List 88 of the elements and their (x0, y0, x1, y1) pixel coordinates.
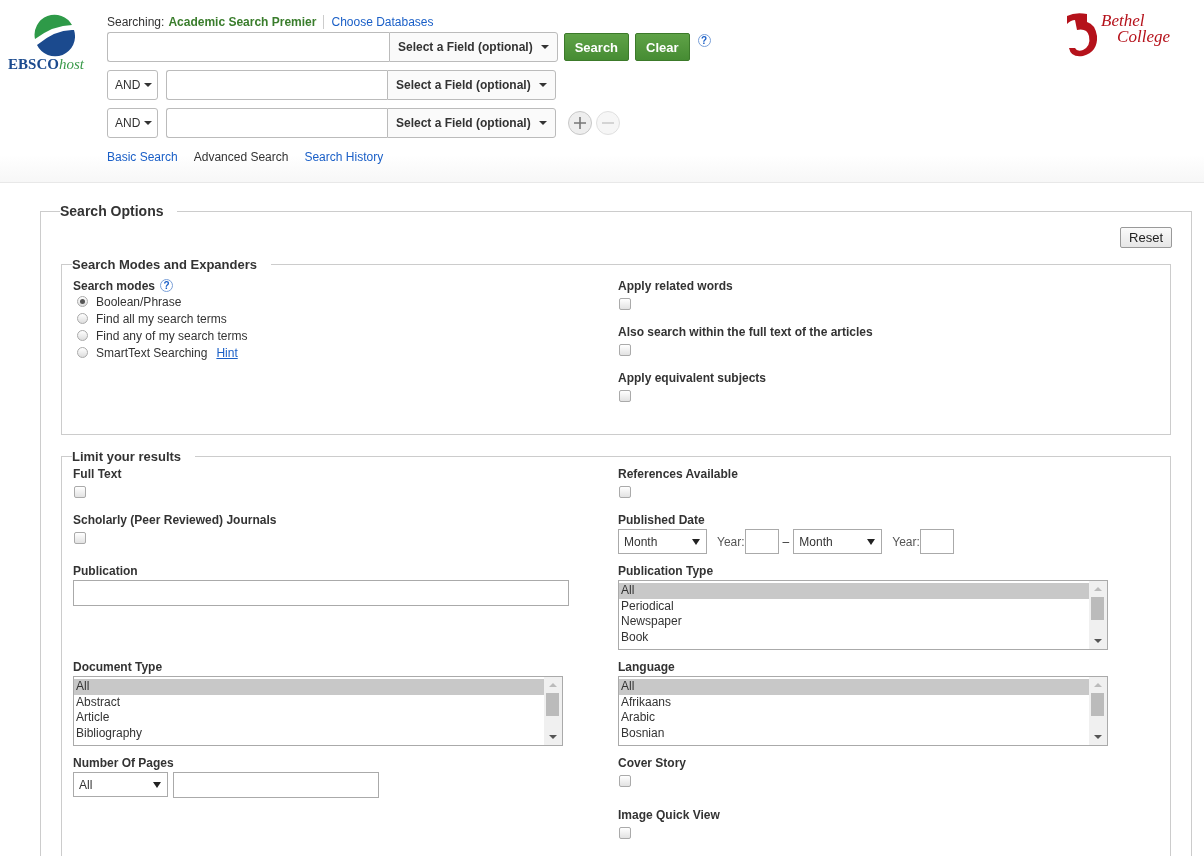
list-option[interactable]: Bibliography (74, 725, 544, 741)
radio-label: Find all my search terms (96, 311, 227, 326)
list-option[interactable]: Book (619, 629, 1089, 645)
add-button[interactable] (567, 111, 592, 135)
field-label: Scholarly (Peer Reviewed) Journals (73, 512, 277, 527)
radio-label: SmartText Searching (96, 345, 208, 360)
scrollbar[interactable] (544, 677, 562, 745)
field-label: Also search within the full text of the articles (618, 324, 873, 339)
help-button[interactable]: ? (160, 279, 174, 292)
field-label: Publication (73, 563, 138, 578)
list-option[interactable]: Abstract (74, 694, 544, 710)
list-option[interactable]: Article (74, 710, 544, 726)
clear-button[interactable]: Clear (635, 33, 690, 61)
radio-button[interactable] (77, 313, 88, 324)
choose-databases-link[interactable]: Choose Databases (331, 15, 434, 29)
hint-link[interactable]: Hint (216, 345, 238, 360)
search-mode-link[interactable]: Search History (304, 150, 384, 164)
search-field[interactable] (166, 108, 387, 138)
list-option[interactable]: All (74, 679, 544, 695)
list-option[interactable]: Afrikaans (619, 694, 1089, 710)
section-title: Limit your results (72, 449, 183, 464)
operator-select[interactable]: AND (107, 108, 158, 138)
radio-button[interactable] (77, 330, 88, 341)
section-title: Search Options (60, 203, 165, 219)
field-label: Publication Type (618, 563, 714, 578)
field-label: Image Quick View (618, 807, 720, 822)
checkbox[interactable] (619, 390, 631, 402)
search-field[interactable] (107, 32, 389, 62)
list-option[interactable]: Arabic (619, 710, 1089, 726)
list-option[interactable]: All (619, 583, 1089, 599)
list-option[interactable]: Newspaper (619, 614, 1089, 630)
field-label: Language (618, 659, 675, 674)
field-label: Document Type (73, 659, 163, 674)
operator-select[interactable]: AND (107, 70, 158, 100)
checkbox[interactable] (619, 775, 631, 787)
field-label: References Available (618, 466, 738, 481)
field-label: Number Of Pages (73, 755, 174, 770)
field-label: Full Text (73, 466, 122, 481)
list-option[interactable]: All (619, 679, 1089, 695)
checkbox[interactable] (619, 344, 631, 356)
database-name: Academic Search Premier (168, 15, 317, 29)
field-select[interactable]: Select a Field (optional) (387, 108, 556, 138)
list-box[interactable]: All Afrikaans Arabic Bosnian (618, 676, 1108, 746)
year-label: Year: (717, 534, 745, 549)
radio-label: Boolean/Phrase (96, 294, 182, 309)
year-field[interactable] (919, 529, 954, 554)
scrollbar[interactable] (1089, 677, 1107, 745)
checkbox[interactable] (74, 486, 86, 498)
field-select[interactable]: Select a Field (optional) (389, 32, 558, 62)
search-mode-link[interactable]: Advanced Search (193, 150, 289, 164)
field-select[interactable]: Select a Field (optional) (387, 70, 556, 100)
pages-field[interactable] (173, 772, 379, 798)
field-label: Apply equivalent subjects (618, 370, 767, 385)
radio-label: Find any of my search terms (96, 328, 248, 343)
year-label: Year: (892, 534, 920, 549)
checkbox[interactable] (74, 532, 86, 544)
checkbox[interactable] (619, 827, 631, 839)
reset-button[interactable]: Reset (1120, 227, 1172, 248)
pages-select[interactable]: All (73, 772, 168, 797)
field-label: Published Date (618, 512, 705, 527)
radio-button[interactable] (77, 296, 88, 307)
year-field[interactable] (744, 529, 779, 554)
scrollbar[interactable] (1089, 581, 1107, 649)
field-label: Apply related words (618, 278, 733, 293)
help-button[interactable]: ? (697, 34, 711, 47)
radio-button[interactable] (77, 347, 88, 358)
list-option[interactable]: Periodical (619, 598, 1089, 614)
month-select[interactable]: Month (618, 529, 707, 554)
search-mode-link[interactable]: Basic Search (107, 150, 178, 164)
publication-field[interactable] (73, 580, 569, 606)
checkbox[interactable] (619, 486, 631, 498)
search-button[interactable]: Search (563, 33, 630, 61)
checkbox[interactable] (619, 298, 631, 310)
searching-label: Searching: (107, 15, 165, 29)
field-label: Search modes (73, 278, 156, 293)
logo-text: EBSCOhost (8, 56, 84, 73)
section-title: Search Modes and Expanders (72, 257, 258, 272)
list-box[interactable]: All Periodical Newspaper Book (618, 580, 1108, 650)
list-box[interactable]: All Abstract Article Bibliography (73, 676, 563, 746)
list-option[interactable]: Bosnian (619, 725, 1089, 741)
field-label: Cover Story (618, 755, 687, 770)
remove-button[interactable] (595, 111, 620, 135)
college-logo-text: Bethel College (1101, 13, 1170, 45)
college-logo-icon (1065, 12, 1100, 58)
plus-icon (572, 116, 587, 130)
month-select[interactable]: Month (793, 529, 883, 554)
range-dash: – (782, 534, 790, 549)
search-field[interactable] (166, 70, 387, 100)
